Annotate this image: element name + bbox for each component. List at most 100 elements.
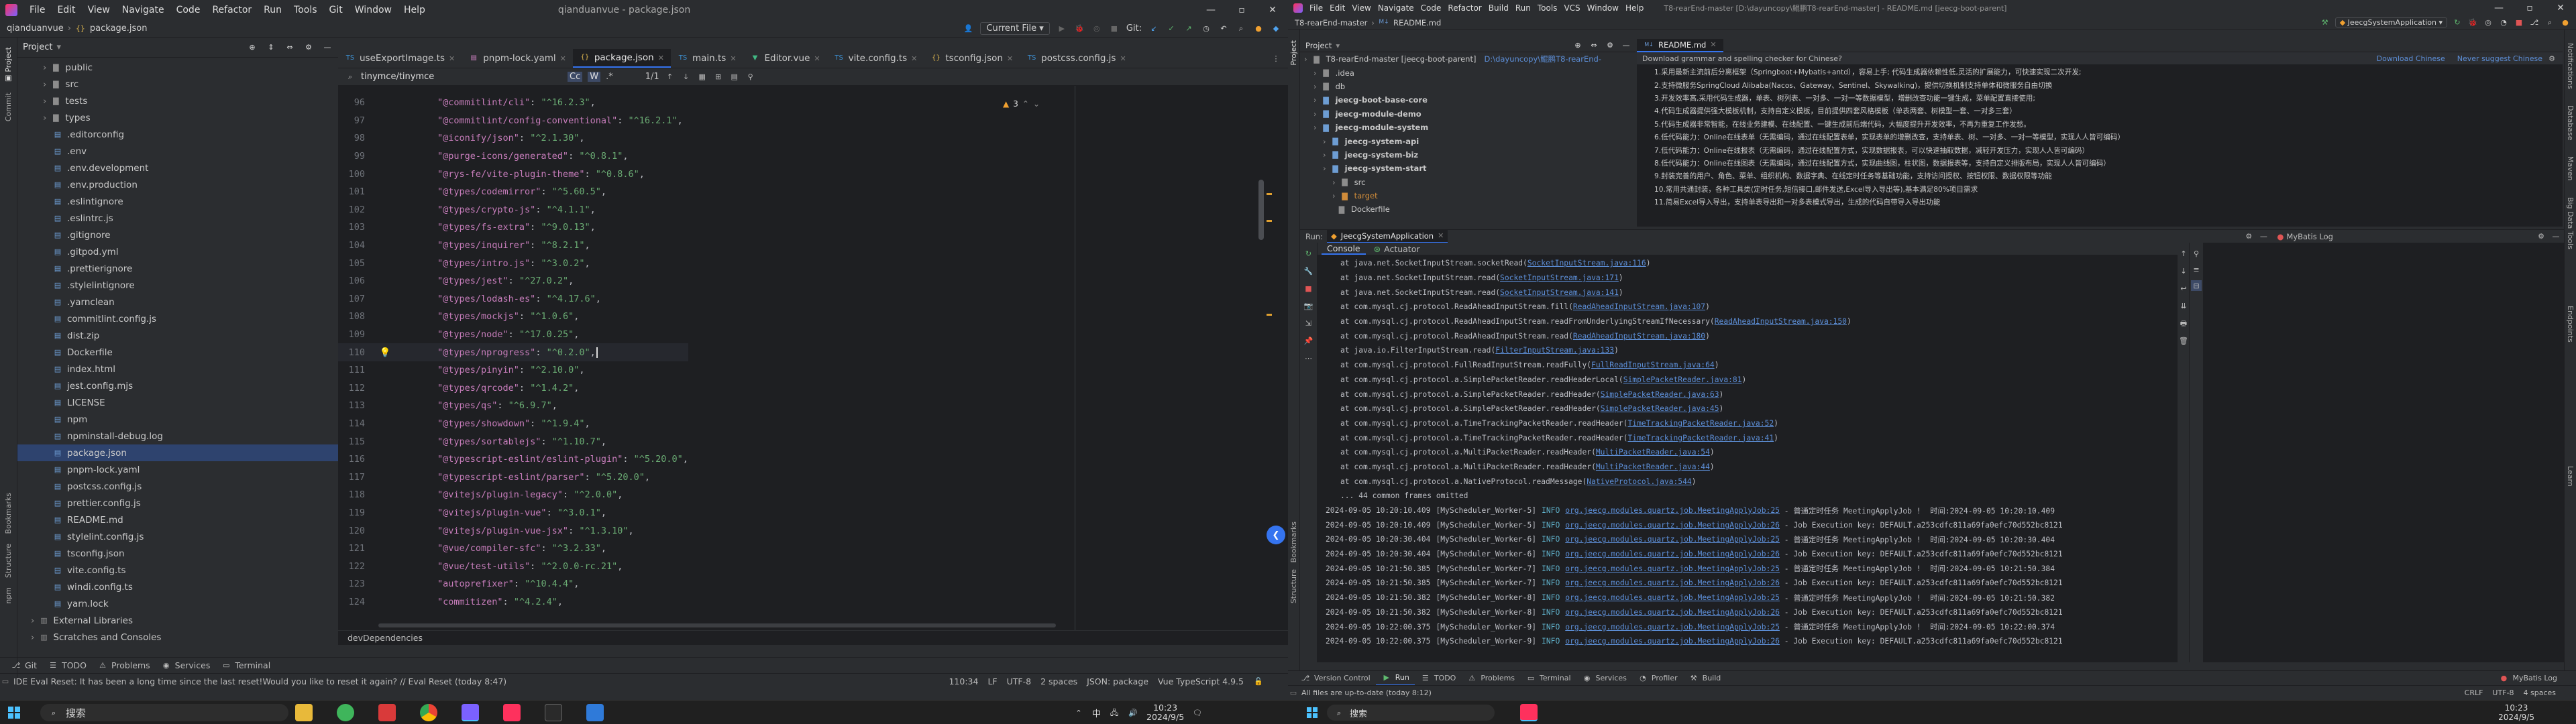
close-tab-icon[interactable]: ✕ [730,54,736,63]
menu-code[interactable]: Code [176,5,201,15]
structure-tool-tab[interactable]: Structure [4,544,13,578]
chevron-right-icon[interactable]: › [1304,54,1307,64]
chevron-right-icon[interactable]: › [43,96,46,107]
collapse-panel-button[interactable]: ❮ [1267,526,1285,544]
coverage-icon[interactable]: ◎ [1091,23,1102,34]
status-item[interactable]: UTF-8 [1007,676,1031,686]
editor-tab[interactable]: TS useExportImage.ts ✕ [338,49,462,68]
source-link[interactable]: SimplePacketReader.java:63 [1601,390,1719,399]
tree-item[interactable]: › ▇ target [1300,189,1635,202]
close-tab-icon[interactable]: ✕ [814,54,820,63]
tool-tab-problems[interactable]: ⚠ Problems [1461,671,1520,686]
menu-git[interactable]: Git [329,5,343,15]
tree-item[interactable]: ▤ stylelint.config.js [17,528,338,545]
tree-item[interactable]: ▤ pnpm-lock.yaml [17,461,338,478]
more-icon[interactable]: ⋯ [1303,353,1314,363]
menu-run[interactable]: Run [264,5,282,15]
log-class-link[interactable]: org.jeecg.modules.quartz.job.MeetingAppl… [1565,623,1780,631]
minimize-icon[interactable]: — [1195,0,1226,20]
left-status-message[interactable]: IDE Eval Reset: It has been a long time … [13,676,506,686]
menu-file[interactable]: File [30,5,45,15]
profile-icon[interactable]: ◔ [2498,17,2509,28]
settings-icon[interactable]: ● [2560,17,2571,28]
stop-icon[interactable]: ■ [1109,23,1120,34]
gear-icon[interactable]: ⚙ [1605,40,1615,51]
left-code-editor[interactable]: ▲ 3 ⌃ ⌄ 96 "@commitlint/cli": "^16.2.3", 97 "… [338,86,1288,630]
menu-run[interactable]: Run [1515,3,1531,13]
tree-item[interactable]: ▤ .prettierignore [17,260,338,277]
ime-indicator[interactable]: 中 [1092,707,1101,719]
tree-item[interactable]: › ▇ jeecg-module-system [1300,121,1635,134]
camera-icon[interactable]: 📷 [1303,300,1314,311]
tree-item[interactable]: › ▇ jeecg-boot-base-core [1300,93,1635,107]
source-link[interactable]: MultiPacketReader.java:44 [1596,463,1710,471]
tool-tab-todo[interactable]: ☰ TODO [1415,671,1462,686]
user-icon[interactable]: 👤 [963,23,973,34]
run-config-tab[interactable]: ◆ JeecgSystemApplication ✕ [1326,229,1448,243]
hide-icon[interactable]: — [2258,231,2269,242]
terminal-icon[interactable] [545,704,562,721]
tree-item[interactable]: ▤ index.html [17,361,338,377]
editor-tab[interactable]: ▼ Editor.vue ✕ [743,49,827,68]
notifications-tool-tab[interactable]: Notifications [2566,43,2575,89]
tool-tab-terminal[interactable]: ▭ Terminal [215,658,276,674]
maven-tool-tab[interactable]: Maven [2566,156,2575,180]
format-icon[interactable]: ≡ [2191,264,2202,275]
tree-item[interactable]: ▤ postcss.config.js [17,478,338,495]
tree-item[interactable]: › ▇ T8-rearEnd-master [jeecg-boot-parent] D… [1300,52,1635,66]
status-item[interactable]: 2 spaces [1040,676,1077,686]
words-toggle[interactable]: W [588,72,601,82]
hide-icon[interactable]: — [2551,231,2561,242]
chevron-right-icon[interactable]: › [43,62,46,73]
tree-item[interactable]: ▤ .eslintignore [17,193,338,210]
never-suggest-link[interactable]: Never suggest Chinese [2457,54,2542,63]
chevron-right-icon[interactable]: › [43,79,46,90]
tree-item[interactable]: ▤ vite.config.ts [17,562,338,579]
console-tab[interactable]: Console [1322,243,1366,255]
coverage-icon[interactable]: ◎ [2483,17,2493,28]
breadcrumb-project[interactable]: qianduanvue [7,23,64,34]
notification-icon[interactable]: 🗨 [1192,707,1203,718]
menu-edit[interactable]: Edit [1330,3,1345,13]
menu-code[interactable]: Code [1421,3,1442,13]
npm-tool-tab[interactable]: npm [4,587,13,604]
chevron-right-icon[interactable]: › [1332,178,1336,187]
log-class-link[interactable]: org.jeecg.modules.quartz.job.MeetingAppl… [1565,535,1780,544]
source-link[interactable]: SimplePacketReader.java:45 [1601,404,1719,413]
taskbar-search-box[interactable]: ⌕ 搜索 [40,704,288,721]
chevron-right-icon[interactable]: › [1313,109,1317,119]
source-link[interactable]: SocketInputStream.java:116 [1527,259,1646,267]
menu-view[interactable]: View [1352,3,1371,13]
tool-tab-terminal[interactable]: ▭ Terminal [1520,671,1576,686]
tree-item[interactable]: › ▇ jeecg-system-biz [1300,148,1635,162]
close-tab-icon[interactable]: ✕ [1007,54,1013,63]
status-item[interactable]: CRLF [2465,688,2483,697]
editor-tab[interactable]: TS postcss.config.js ✕ [1020,49,1133,68]
chevron-right-icon[interactable]: › [1323,164,1326,173]
project-panel-title[interactable]: Project [23,42,52,52]
status-item[interactable]: UTF-8 [2492,688,2514,697]
tree-item[interactable]: ▤ .gitpod.yml [17,243,338,260]
tree-item[interactable]: ▤ .editorconfig [17,126,338,143]
gradle-tool-tab[interactable]: Learn [2566,466,2575,487]
menu-navigate[interactable]: Navigate [1378,3,1414,13]
structure-tool-tab[interactable]: Structure [1289,569,1298,603]
add-occurrence-icon[interactable]: ⊞ [713,72,724,82]
commit-tool-tab[interactable]: Bookmarks [1289,522,1298,562]
source-link[interactable]: ReadAheadInputStream.java:150 [1715,317,1847,326]
database-tool-tab[interactable]: Database [2566,105,2575,141]
project-panel-title[interactable]: Project [1305,41,1332,50]
settings-icon[interactable]: ● [1253,23,1264,34]
source-link[interactable]: NativeProtocol.java:544 [1587,477,1691,486]
rerun-icon[interactable]: ↻ [2452,17,2463,28]
log-class-link[interactable]: org.jeecg.modules.quartz.job.MeetingAppl… [1565,637,1780,646]
trash-icon[interactable]: 🗑 [2178,335,2189,346]
horizontal-scrollbar[interactable] [338,623,1157,629]
windows-start-icon[interactable] [8,707,20,719]
menu-refactor[interactable]: Refactor [212,5,252,15]
readme-tab[interactable]: M↓ README.md ✕ [1637,38,1723,52]
chevron-right-icon[interactable]: › [1323,150,1326,160]
previous-match-icon[interactable]: ↑ [665,72,676,82]
collapse-all-icon[interactable]: ⇔ [1589,40,1599,51]
editor-breadcrumb-item[interactable]: devDependencies [347,633,423,643]
